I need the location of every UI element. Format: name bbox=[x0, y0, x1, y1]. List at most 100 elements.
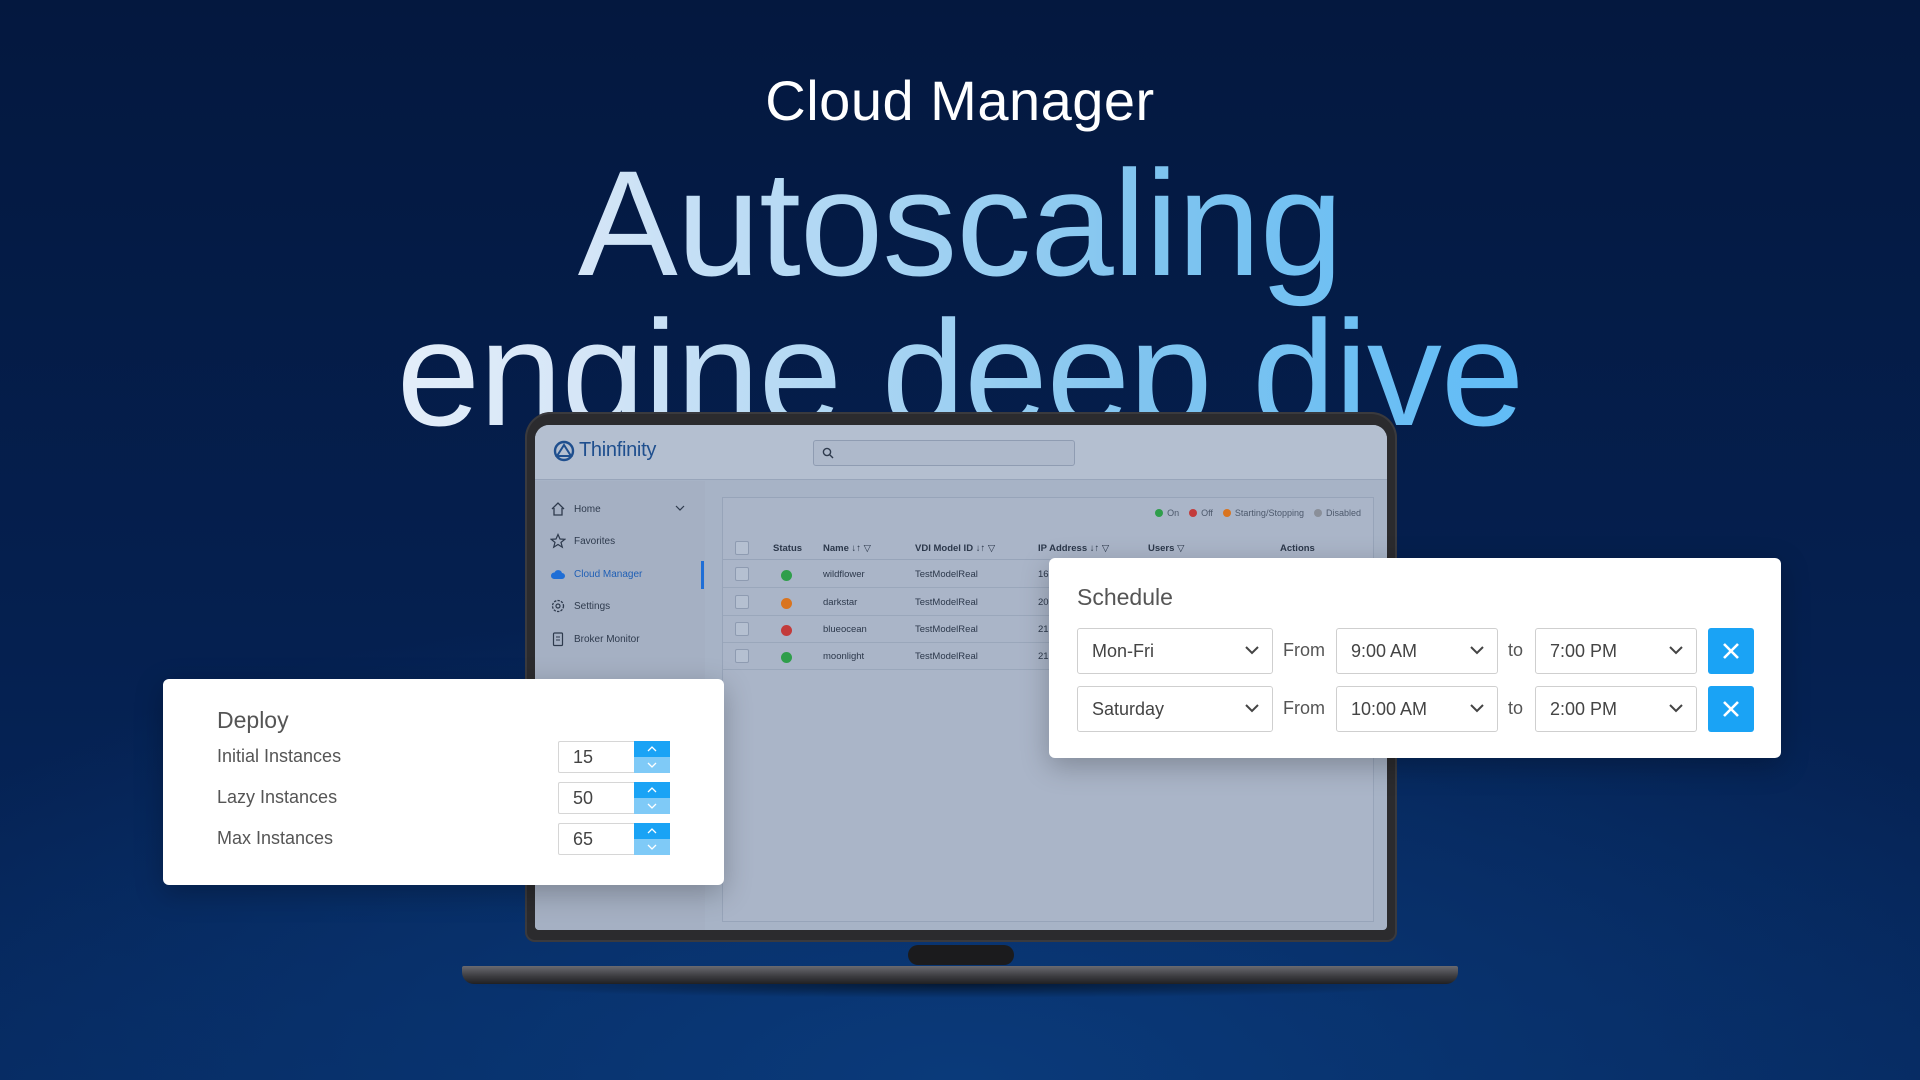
sidebar-item-label: Cloud Manager bbox=[574, 568, 643, 580]
chevron-down-icon bbox=[647, 803, 657, 809]
cell-name: blueocean bbox=[823, 624, 867, 635]
max-instances-row: Max Instances 65 bbox=[217, 823, 677, 855]
stepper-value[interactable]: 65 bbox=[573, 829, 593, 850]
status-dot-off bbox=[1189, 509, 1198, 517]
cell-vdi: TestModelReal bbox=[915, 597, 978, 608]
eyebrow-title: Cloud Manager bbox=[765, 69, 1155, 132]
sort-icon[interactable]: ↓↑ bbox=[976, 543, 986, 554]
stepper-buttons bbox=[634, 741, 670, 773]
decrement-button[interactable] bbox=[634, 798, 670, 814]
sidebar-item-broker-monitor[interactable]: Broker Monitor bbox=[550, 629, 640, 649]
status-dot bbox=[781, 625, 792, 636]
from-label: From bbox=[1283, 698, 1325, 718]
status-dot-disabled bbox=[1313, 509, 1322, 517]
increment-button[interactable] bbox=[634, 782, 670, 798]
remove-schedule-button[interactable] bbox=[1708, 628, 1754, 674]
select-all-checkbox[interactable] bbox=[735, 541, 749, 555]
chevron-up-icon bbox=[647, 828, 657, 834]
to-label: to bbox=[1508, 640, 1524, 660]
to-time-select[interactable]: 2:00 PM bbox=[1535, 686, 1697, 732]
cell-ip: 20 bbox=[1038, 597, 1049, 608]
status-dot bbox=[781, 570, 792, 581]
stepper-value[interactable]: 15 bbox=[573, 747, 593, 768]
decrement-button[interactable] bbox=[634, 839, 670, 855]
chevron-up-icon bbox=[647, 746, 657, 752]
row-checkbox[interactable] bbox=[735, 649, 749, 663]
stepper-value[interactable]: 50 bbox=[573, 788, 593, 809]
filter-icon[interactable]: ▽ bbox=[988, 543, 995, 554]
lazy-instances-stepper[interactable]: 50 bbox=[558, 782, 670, 814]
deploy-card: Deploy Initial Instances 15 Lazy Instanc… bbox=[163, 679, 724, 885]
status-dot-starting bbox=[1222, 509, 1231, 517]
from-time-select[interactable]: 10:00 AM bbox=[1336, 686, 1498, 732]
from-time-select[interactable]: 9:00 AM bbox=[1336, 628, 1498, 674]
sidebar-item-settings[interactable]: Settings bbox=[550, 596, 610, 616]
chevron-down-icon bbox=[1245, 704, 1259, 713]
sidebar-item-favorites[interactable]: Favorites bbox=[550, 531, 615, 551]
increment-button[interactable] bbox=[634, 741, 670, 757]
cell-ip: 16 bbox=[1038, 569, 1049, 580]
chevron-down-icon[interactable] bbox=[675, 504, 685, 512]
to-time-select[interactable]: 7:00 PM bbox=[1535, 628, 1697, 674]
sidebar-item-cloud-manager[interactable]: Cloud Manager bbox=[550, 564, 642, 584]
from-time-value: 9:00 AM bbox=[1351, 641, 1418, 661]
lazy-instances-row: Lazy Instances 50 bbox=[217, 782, 677, 814]
decrement-button[interactable] bbox=[634, 757, 670, 773]
sidebar-item-label: Settings bbox=[574, 600, 611, 612]
laptop-hinge bbox=[908, 945, 1014, 965]
sidebar-item-label: Broker Monitor bbox=[574, 633, 640, 645]
row-checkbox[interactable] bbox=[735, 622, 749, 636]
filter-icon[interactable]: ▽ bbox=[864, 543, 871, 554]
headline: Autoscaling engine deep dive bbox=[0, 148, 1920, 448]
remove-schedule-button[interactable] bbox=[1708, 686, 1754, 732]
to-label: to bbox=[1508, 698, 1524, 718]
days-select[interactable]: Mon-Fri bbox=[1077, 628, 1273, 674]
column-status[interactable]: Status bbox=[773, 543, 802, 554]
cell-name: darkstar bbox=[823, 597, 858, 608]
legend-starting: Starting/Stopping bbox=[1222, 508, 1304, 518]
stepper-buttons bbox=[634, 782, 670, 814]
column-name[interactable]: Name ↓↑ ▽ bbox=[823, 543, 871, 554]
schedule-card: Schedule Mon-Fri From 9:00 AM to 7:00 PM… bbox=[1049, 558, 1781, 758]
brand-name: Thinfinity bbox=[579, 439, 657, 461]
row-checkbox[interactable] bbox=[735, 595, 749, 609]
brand: Thinfinity bbox=[553, 439, 656, 462]
table-header: Status Name ↓↑ ▽ VDI Model ID ↓↑ ▽ IP Ad… bbox=[723, 538, 1375, 560]
days-value: Saturday bbox=[1092, 699, 1165, 719]
days-select[interactable]: Saturday bbox=[1077, 686, 1273, 732]
sort-icon[interactable]: ↓↑ bbox=[852, 543, 862, 554]
legend-off: Off bbox=[1189, 508, 1213, 518]
initial-instances-label: Initial Instances bbox=[217, 746, 342, 766]
column-ip[interactable]: IP Address ↓↑ ▽ bbox=[1038, 543, 1109, 554]
sort-icon[interactable]: ↓↑ bbox=[1090, 543, 1100, 554]
filter-icon[interactable]: ▽ bbox=[1102, 543, 1109, 554]
to-time-value: 7:00 PM bbox=[1550, 641, 1618, 661]
max-instances-stepper[interactable]: 65 bbox=[558, 823, 670, 855]
cell-name: moonlight bbox=[823, 651, 865, 662]
filter-icon[interactable]: ▽ bbox=[1177, 543, 1184, 554]
column-vdi-model[interactable]: VDI Model ID ↓↑ ▽ bbox=[915, 543, 995, 554]
chevron-up-icon bbox=[647, 787, 657, 793]
lazy-instances-label: Lazy Instances bbox=[217, 787, 338, 807]
row-checkbox[interactable] bbox=[735, 567, 749, 581]
sidebar-item-label: Favorites bbox=[574, 535, 616, 547]
column-users[interactable]: Users ▽ bbox=[1148, 543, 1184, 554]
status-legend: On Off Starting/Stopping Disabled bbox=[1155, 508, 1361, 518]
sidebar-active-indicator bbox=[701, 561, 704, 589]
chevron-down-icon bbox=[1245, 646, 1259, 655]
initial-instances-stepper[interactable]: 15 bbox=[558, 741, 670, 773]
search-icon bbox=[822, 447, 834, 459]
close-icon bbox=[1723, 701, 1739, 717]
initial-instances-row: Initial Instances 15 bbox=[217, 741, 677, 773]
app-search-input[interactable] bbox=[813, 440, 1075, 466]
schedule-row: Saturday From 10:00 AM to 2:00 PM bbox=[1077, 686, 1757, 732]
stepper-buttons bbox=[634, 823, 670, 855]
cell-ip: 21 bbox=[1038, 651, 1049, 662]
status-dot-on bbox=[1155, 509, 1164, 517]
legend-on: On bbox=[1155, 508, 1179, 518]
clipboard-icon bbox=[552, 632, 564, 647]
headline-line-1: Autoscaling bbox=[577, 139, 1343, 307]
status-dot bbox=[781, 598, 792, 609]
sidebar-item-home[interactable]: Home bbox=[550, 499, 601, 519]
increment-button[interactable] bbox=[634, 823, 670, 839]
